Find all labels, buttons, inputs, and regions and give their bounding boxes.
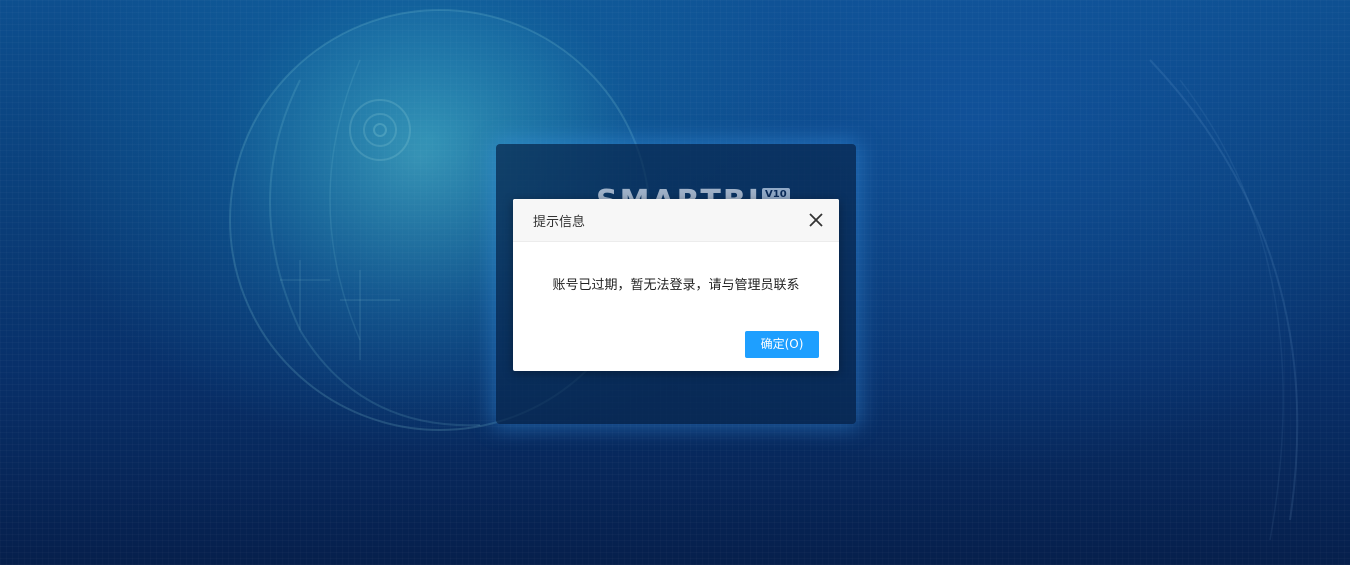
dialog-message: 账号已过期，暂无法登录，请与管理员联系: [552, 278, 800, 293]
login-background: SMARTBI V10 提示信息 账号已过期，暂无法登录，请与管理员联系 确定(…: [0, 0, 1350, 565]
confirm-button[interactable]: 确定(O): [745, 331, 819, 358]
alert-dialog: 提示信息 账号已过期，暂无法登录，请与管理员联系 确定(O): [513, 199, 839, 371]
close-icon[interactable]: [807, 211, 825, 229]
dialog-header: 提示信息: [513, 199, 839, 242]
dialog-title: 提示信息: [533, 215, 586, 230]
